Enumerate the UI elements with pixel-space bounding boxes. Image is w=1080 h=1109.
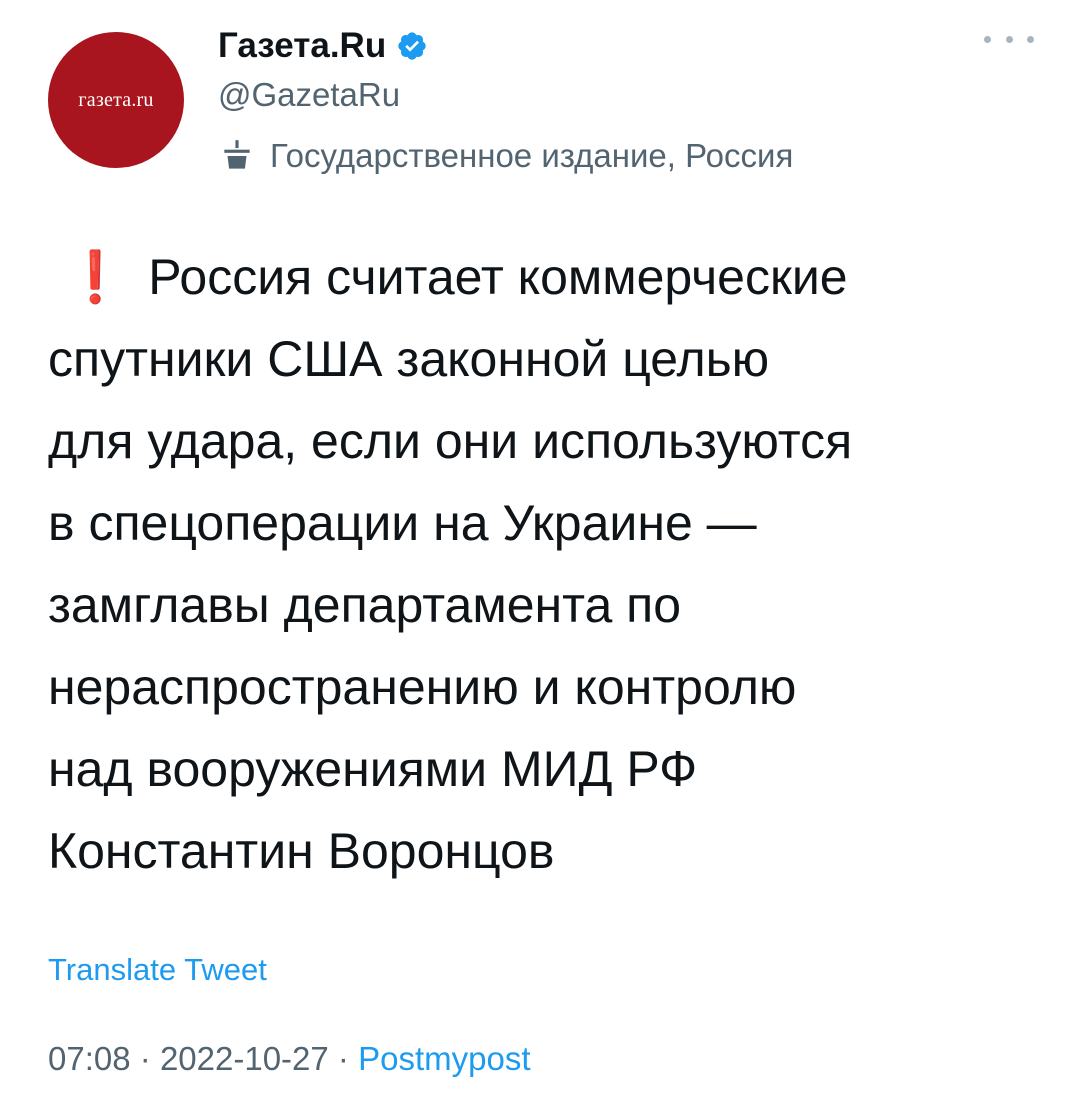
tweet-text-line: спутники США законной целью	[48, 331, 770, 387]
meta-separator: ·	[337, 1040, 349, 1077]
tweet-text-line: Константин Воронцов	[48, 823, 555, 879]
meta-separator: ·	[139, 1040, 151, 1077]
avatar[interactable]: газета.ru	[48, 32, 184, 168]
tweet-text-segment: Россия считает коммерческие	[148, 249, 848, 305]
more-dot-icon	[1027, 35, 1034, 43]
author-name-row: Газета.Ru	[218, 24, 428, 68]
tweet-source-link[interactable]: Postmypost	[358, 1040, 530, 1077]
tweet-text-line: нераспространению и контролю	[48, 659, 797, 715]
state-media-podium-icon	[218, 137, 256, 175]
author-display-name[interactable]: Газета.Ru	[218, 26, 386, 66]
avatar-logo-text: газета.ru	[78, 88, 154, 111]
more-dot-icon	[1005, 35, 1013, 43]
verified-badge-icon	[396, 30, 428, 62]
author-handle[interactable]: @GazetaRu	[218, 76, 400, 114]
exclamation-emoji-icon: ❗	[64, 249, 127, 305]
tweet-text-line: в спецоперации на Украине —	[48, 495, 757, 551]
tweet-text: ❗ Россия считает коммерческие спутники СШ…	[48, 236, 1048, 892]
more-dot-icon	[984, 35, 991, 43]
tweet: газета.ru Газета.Ru @GazetaRu Государств…	[0, 0, 1080, 1109]
state-media-label[interactable]: Государственное издание, Россия	[218, 134, 793, 178]
translate-tweet-link[interactable]: Translate Tweet	[48, 952, 267, 988]
tweet-text-line: замглавы департамента по	[48, 577, 682, 633]
tweet-meta: 07:08 · 2022-10-27 · Postmypost	[48, 1040, 531, 1078]
more-options-button[interactable]	[984, 24, 1034, 54]
tweet-date[interactable]: 2022-10-27	[160, 1040, 329, 1077]
state-media-label-text: Государственное издание, Россия	[270, 137, 794, 174]
tweet-text-line: для удара, если они используются	[48, 413, 853, 469]
tweet-text-line: ❗ Россия считает коммерческие	[48, 236, 1048, 318]
tweet-time[interactable]: 07:08	[48, 1040, 131, 1077]
tweet-text-line: над вооружениями МИД РФ	[48, 741, 698, 797]
